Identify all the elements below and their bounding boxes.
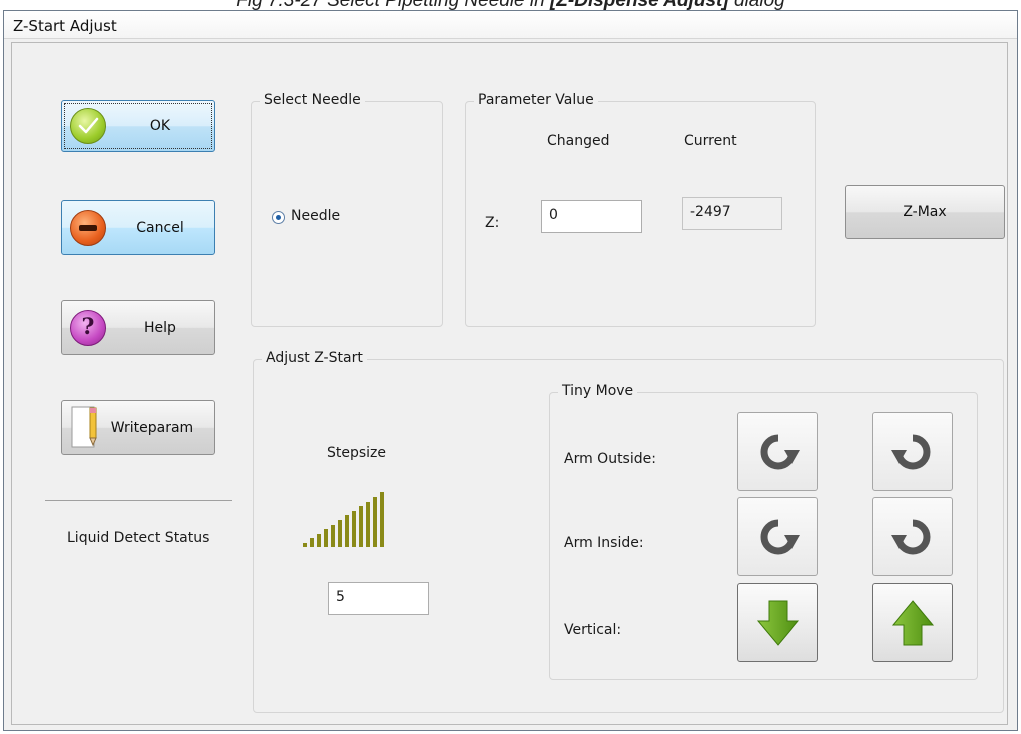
arrow-up-icon (891, 599, 934, 645)
arm-inside-label: Arm Inside: (564, 535, 644, 551)
help-label: Help (144, 319, 176, 336)
stepsize-bar (352, 511, 356, 547)
needle-radio-label[interactable]: Needle (291, 208, 340, 224)
adjust-z-start-title: Adjust Z-Start (262, 350, 367, 366)
vertical-label: Vertical: (564, 622, 622, 638)
stepsize-bar (359, 506, 363, 547)
stepsize-bar (366, 502, 370, 547)
arm-inside-rotate-ccw-button[interactable] (872, 497, 953, 576)
rotate-counterclockwise-icon (890, 519, 930, 554)
stepsize-bar (310, 538, 314, 547)
separator (45, 500, 232, 501)
current-header: Current (684, 133, 737, 149)
rotate-clockwise-icon (760, 519, 800, 554)
stepsize-bar (373, 497, 377, 547)
tiny-move-title: Tiny Move (558, 383, 638, 399)
rotate-clockwise-icon (760, 434, 800, 469)
vertical-down-button[interactable] (737, 583, 818, 662)
arm-outside-rotate-cw-button[interactable] (737, 412, 818, 491)
rotate-counterclockwise-icon (890, 434, 930, 469)
arm-outside-label: Arm Outside: (564, 451, 656, 467)
cancel-button[interactable]: Cancel (61, 200, 215, 255)
z-current-value: -2497 (682, 197, 782, 230)
writeparam-label: Writeparam (110, 419, 194, 436)
cancel-label: Cancel (136, 219, 184, 236)
z-changed-input[interactable]: 0 (541, 200, 642, 233)
adjust-z-start-group: Adjust Z-Start Stepsize 5 Tiny Move Arm … (253, 350, 1004, 713)
dialog-window: Z-Start Adjust OK Cancel ? Help Writepar… (3, 10, 1018, 731)
z-label: Z: (485, 215, 500, 231)
stepsize-bar (317, 534, 321, 547)
check-icon (70, 108, 106, 144)
parameter-value-title: Parameter Value (474, 92, 598, 108)
title-bar[interactable]: Z-Start Adjust (4, 11, 1017, 39)
ok-button[interactable]: OK (61, 100, 215, 152)
z-max-button[interactable]: Z-Max (845, 185, 1005, 239)
stepsize-bar (303, 543, 307, 547)
stepsize-label: Stepsize (327, 445, 387, 461)
ok-label: OK (149, 118, 171, 134)
dialog-client-area: OK Cancel ? Help Writeparam Liquid Detec… (11, 42, 1008, 725)
arm-inside-rotate-cw-button[interactable] (737, 497, 818, 576)
stepsize-bar (380, 492, 384, 547)
stepsize-bar (331, 525, 335, 547)
stepsize-slider[interactable] (303, 487, 384, 547)
stepsize-bar (338, 520, 342, 547)
stepsize-bar (324, 529, 328, 547)
writeparam-button[interactable]: Writeparam (61, 400, 215, 455)
changed-header: Changed (547, 133, 610, 149)
select-needle-title: Select Needle (260, 92, 365, 108)
minus-icon (70, 209, 106, 246)
figure-caption: Fig 7.3-27 Select Pipetting Needle in [Z… (0, 0, 1021, 10)
stepsize-bar (345, 515, 349, 547)
arrow-down-icon (756, 600, 799, 646)
stepsize-input[interactable]: 5 (328, 582, 429, 615)
window-title: Z-Start Adjust (13, 17, 117, 35)
help-button[interactable]: ? Help (61, 300, 215, 355)
tiny-move-group: Tiny Move Arm Outside: Arm Inside: Verti… (549, 383, 978, 680)
liquid-detect-status: Liquid Detect Status (67, 530, 210, 546)
needle-radio[interactable] (272, 211, 285, 224)
arm-outside-rotate-ccw-button[interactable] (872, 412, 953, 491)
vertical-up-button[interactable] (872, 583, 953, 662)
question-icon: ? (70, 309, 106, 346)
parameter-value-group: Parameter Value Changed Current Z: 0 -24… (465, 92, 816, 327)
pencil-icon (70, 405, 104, 451)
select-needle-group: Select Needle Needle (251, 92, 443, 327)
z-max-label: Z-Max (903, 204, 947, 220)
